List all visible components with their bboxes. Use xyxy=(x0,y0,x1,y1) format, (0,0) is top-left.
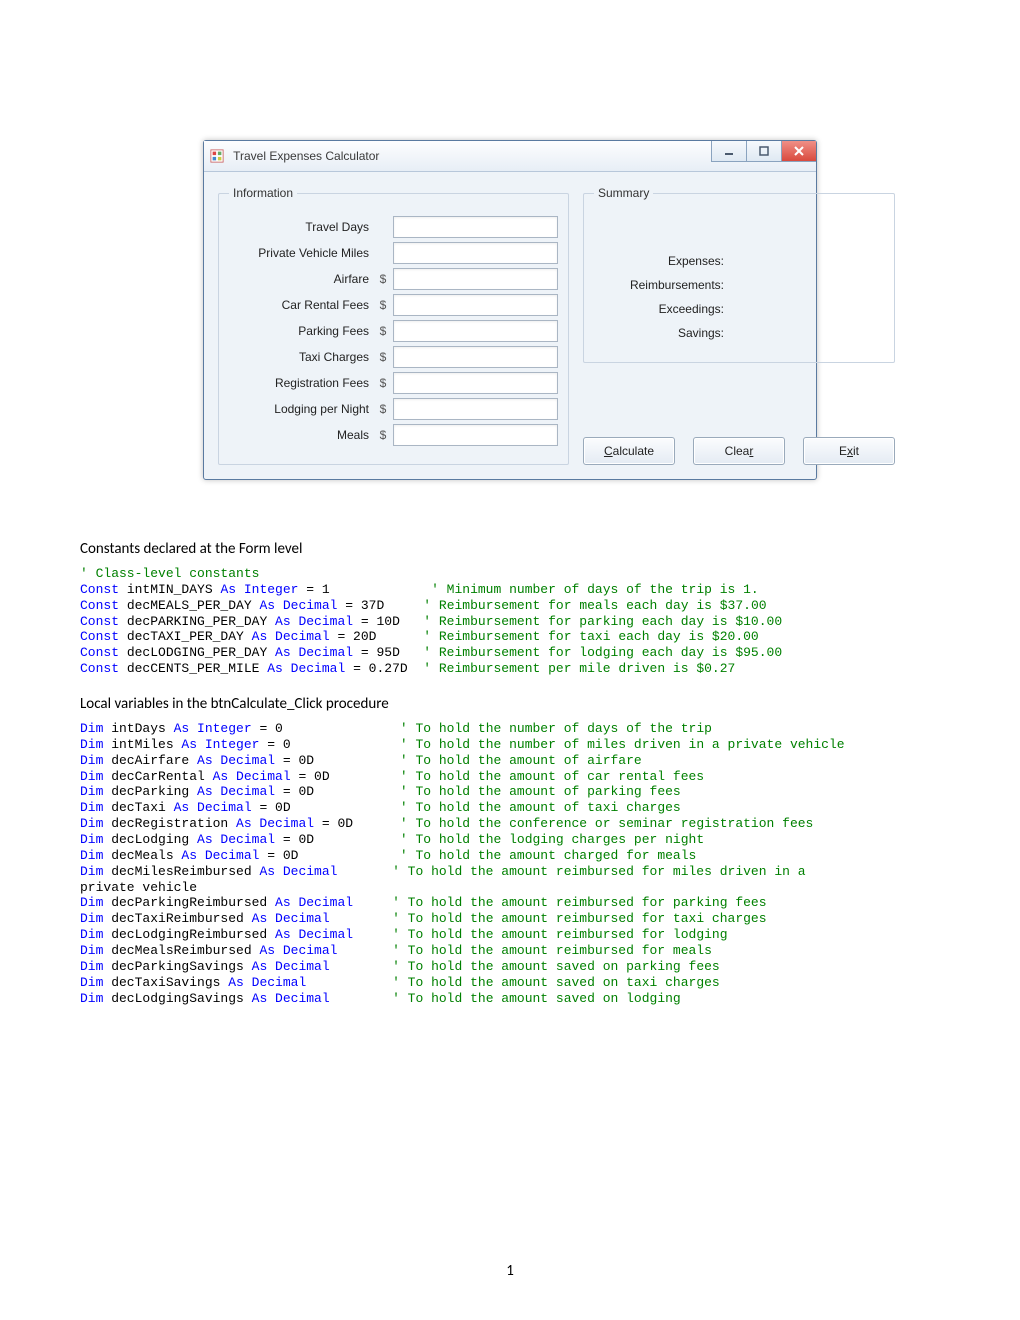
field-label: Private Vehicle Miles xyxy=(229,246,369,260)
text-input[interactable] xyxy=(393,268,558,290)
app-window: Travel Expenses Calculator Information T… xyxy=(203,140,817,480)
text-input[interactable] xyxy=(393,346,558,368)
field-label: Parking Fees xyxy=(229,324,369,338)
summary-label: Savings: xyxy=(594,326,724,340)
currency-symbol: $ xyxy=(377,428,389,442)
currency-symbol: $ xyxy=(377,298,389,312)
info-row: Car Rental Fees $ xyxy=(229,294,558,316)
info-row: Parking Fees $ xyxy=(229,320,558,342)
info-row: Meals $ xyxy=(229,424,558,446)
text-input[interactable] xyxy=(393,424,558,446)
summary-label: Exceedings: xyxy=(594,302,724,316)
field-label: Lodging per Night xyxy=(229,402,369,416)
summary-label: Expenses: xyxy=(594,254,724,268)
summary-row: Expenses: xyxy=(594,252,884,270)
text-input[interactable] xyxy=(393,398,558,420)
locals-code-block: Dim intDays As Integer = 0 ' To hold the… xyxy=(80,721,940,1006)
summary-row: Savings: xyxy=(594,324,884,342)
text-input[interactable] xyxy=(393,372,558,394)
close-icon xyxy=(793,145,805,157)
info-row: Airfare $ xyxy=(229,268,558,290)
currency-symbol: $ xyxy=(377,324,389,338)
maximize-button[interactable] xyxy=(746,141,781,162)
currency-symbol: $ xyxy=(377,272,389,286)
field-label: Car Rental Fees xyxy=(229,298,369,312)
summary-label: Reimbursements: xyxy=(594,278,724,292)
text-input[interactable] xyxy=(393,216,558,238)
clear-button[interactable]: Clear xyxy=(693,437,785,465)
locals-heading: Local variables in the btnCalculate_Clic… xyxy=(80,695,940,713)
window-title: Travel Expenses Calculator xyxy=(233,149,379,163)
info-row: Travel Days xyxy=(229,216,558,238)
close-button[interactable] xyxy=(781,141,816,162)
currency-symbol: $ xyxy=(377,402,389,416)
client-area: Information Travel Days Private Vehicle M… xyxy=(204,172,816,479)
field-label: Taxi Charges xyxy=(229,350,369,364)
summary-value xyxy=(732,276,884,294)
constants-code-block: ' Class-level constants Const intMIN_DAY… xyxy=(80,566,940,677)
minimize-icon xyxy=(723,145,735,157)
summary-value xyxy=(732,300,884,318)
information-legend: Information xyxy=(229,186,297,200)
button-label-part: alculate xyxy=(613,444,654,458)
app-icon xyxy=(210,144,224,158)
field-label: Airfare xyxy=(229,272,369,286)
summary-legend: Summary xyxy=(594,186,653,200)
summary-row: Reimbursements: xyxy=(594,276,884,294)
info-row: Taxi Charges $ xyxy=(229,346,558,368)
text-input[interactable] xyxy=(393,242,558,264)
summary-groupbox: Summary Expenses: Reimbursements: Exceedin… xyxy=(583,186,895,363)
minimize-button[interactable] xyxy=(711,141,746,162)
field-label: Meals xyxy=(229,428,369,442)
constants-heading: Constants declared at the Form level xyxy=(80,540,940,558)
info-row: Lodging per Night $ xyxy=(229,398,558,420)
currency-symbol: $ xyxy=(377,350,389,364)
summary-row: Exceedings: xyxy=(594,300,884,318)
summary-value xyxy=(732,252,884,270)
button-label-part: r xyxy=(749,444,753,458)
button-label-part: Clea xyxy=(725,444,750,458)
calculate-button[interactable]: Calculate xyxy=(583,437,675,465)
exit-button[interactable]: Exit xyxy=(803,437,895,465)
text-input[interactable] xyxy=(393,294,558,316)
window-buttons xyxy=(711,141,816,162)
maximize-icon xyxy=(758,145,770,157)
information-groupbox: Information Travel Days Private Vehicle M… xyxy=(218,186,569,465)
text-input[interactable] xyxy=(393,320,558,342)
info-row: Private Vehicle Miles xyxy=(229,242,558,264)
button-label-part: E xyxy=(839,444,847,458)
field-label: Travel Days xyxy=(229,220,369,234)
currency-symbol: $ xyxy=(377,376,389,390)
button-label-part: it xyxy=(853,444,859,458)
info-row: Registration Fees $ xyxy=(229,372,558,394)
titlebar: Travel Expenses Calculator xyxy=(204,141,816,172)
field-label: Registration Fees xyxy=(229,376,369,390)
page-number: 1 xyxy=(0,1262,1020,1280)
summary-value xyxy=(732,324,884,342)
button-row: Calculate Clear Exit xyxy=(583,419,895,465)
button-label-part: C xyxy=(604,444,613,458)
